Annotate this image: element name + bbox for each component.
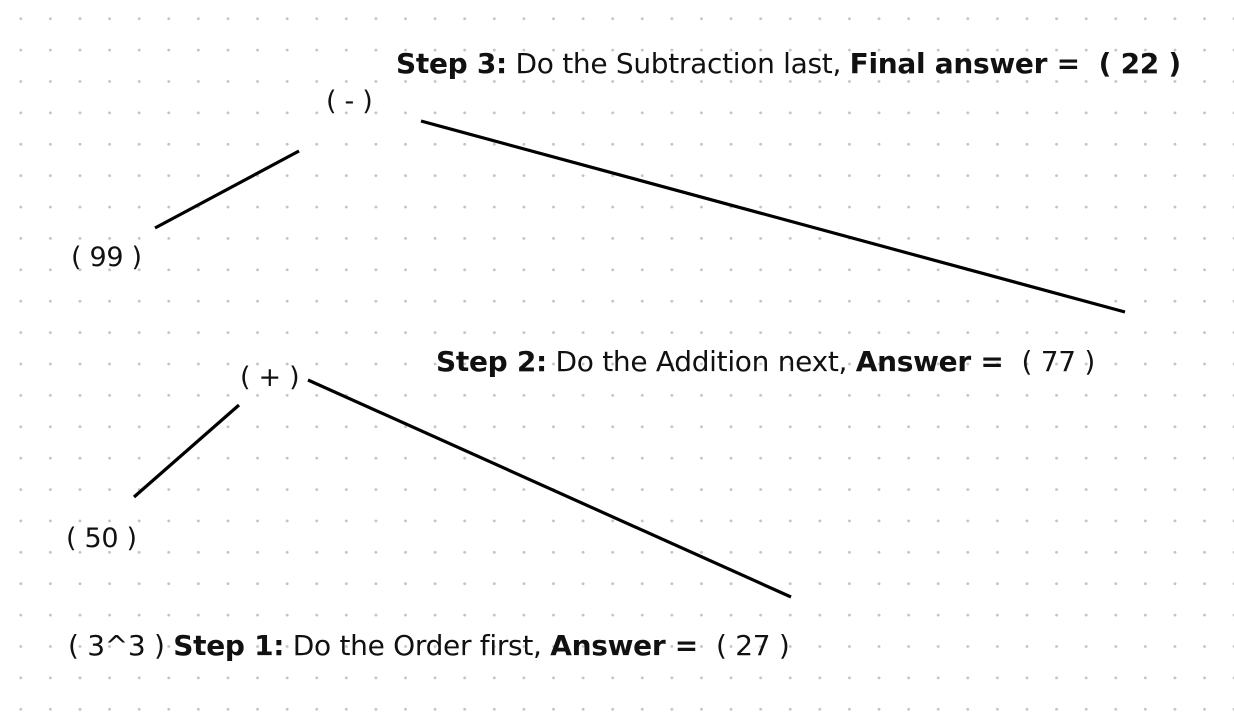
node-power: ( 3^3 ): [68, 629, 165, 662]
node-50: ( 50 ): [66, 523, 137, 554]
step3-label: Step 3:: [396, 47, 507, 80]
edge-minus-to-right: [420, 119, 1126, 314]
node-plus: ( + ): [240, 362, 300, 393]
node-99: ( 99 ): [71, 242, 142, 273]
step1-line: ( 3^3 ) Step 1: Do the Order first, Answ…: [68, 629, 790, 662]
step3-text: Do the Subtraction last,: [506, 47, 850, 80]
step1-label: Step 1:: [173, 629, 285, 662]
edge-minus-to-99: [154, 149, 300, 230]
step1-answer-label: Answer =: [550, 629, 708, 662]
step1-text: Do the Order first,: [284, 629, 551, 662]
step1-answer-value: ( 27 ): [707, 629, 790, 662]
step2-label: Step 2:: [436, 345, 547, 378]
step3-answer-label: Final answer =: [849, 47, 1090, 80]
edge-plus-to-right: [307, 378, 792, 599]
node-minus: ( - ): [326, 86, 373, 117]
step2-answer-label: Answer =: [855, 345, 1013, 378]
step3-answer-value: ( 22 ): [1089, 47, 1182, 80]
step2-answer-value: ( 77 ): [1012, 345, 1096, 378]
step2-line: Step 2: Do the Addition next, Answer = (…: [436, 348, 1095, 376]
edge-plus-to-50: [132, 403, 241, 499]
step3-line: Step 3: Do the Subtraction last, Final a…: [396, 50, 1181, 78]
step2-text: Do the Addition next,: [546, 345, 856, 378]
